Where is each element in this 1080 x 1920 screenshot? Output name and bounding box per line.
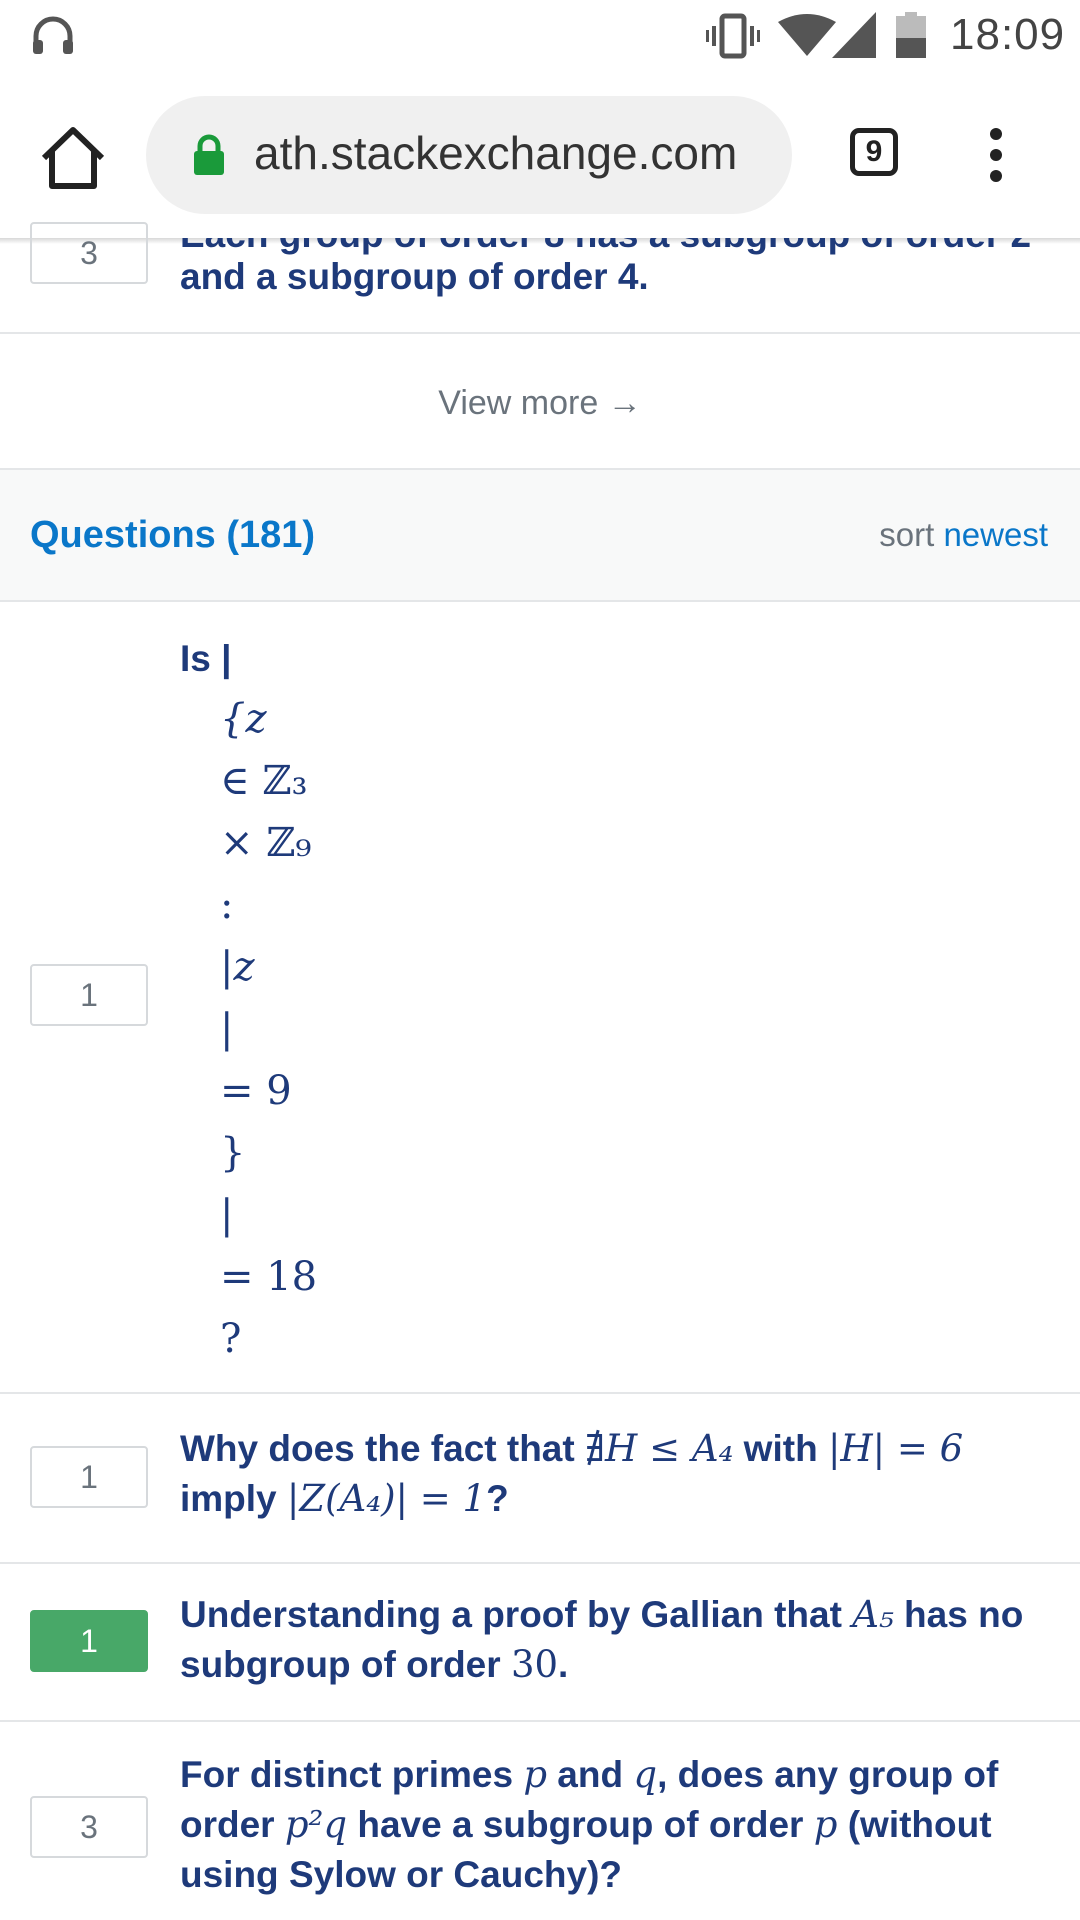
section-title[interactable]: Questions (181): [30, 514, 315, 557]
title-math: 30: [510, 1643, 559, 1686]
accepted-vote-count: 1: [30, 1610, 148, 1672]
browser-toolbar: ath.stackexchange.com 9: [0, 72, 1080, 240]
math-line: = 9: [220, 1068, 292, 1114]
title-text: have a subgroup of order: [347, 1804, 814, 1845]
sort-value[interactable]: newest: [943, 516, 1048, 553]
title-text: and: [547, 1754, 634, 1795]
question-title[interactable]: For distinct primes p and q, does any gr…: [180, 1750, 1040, 1900]
question-title[interactable]: Is |: [180, 634, 1040, 684]
list-item[interactable]: 1 Is | {z ∈ ℤ₃ × ℤ₉ : |z | = 9 } | = 18 …: [0, 602, 1080, 1394]
math-line: |z: [220, 944, 255, 990]
math-line: :: [220, 882, 234, 928]
title-text: order: [180, 1804, 285, 1845]
list-item[interactable]: 1 Why does the fact that ∄H ≤ A₄ with |H…: [0, 1394, 1080, 1564]
view-more-label: View more →: [438, 384, 642, 422]
title-text: Understanding a proof by Gallian that: [180, 1594, 853, 1635]
vote-count: 3: [30, 1796, 148, 1858]
title-text: (without: [837, 1804, 992, 1845]
math-line: }: [220, 1130, 246, 1176]
title-text: has no: [893, 1594, 1024, 1635]
title-text: imply: [180, 1478, 287, 1519]
vibrate-icon: [706, 13, 760, 59]
question-title[interactable]: Understanding a proof by Gallian that A₅…: [180, 1590, 1040, 1690]
title-math: q: [633, 1753, 658, 1796]
wifi-icon: [778, 14, 836, 56]
address-bar[interactable]: ath.stackexchange.com: [146, 96, 792, 214]
signal-icon: [832, 12, 876, 58]
status-bar: 18:09: [0, 0, 1080, 72]
math-line: |: [220, 1006, 234, 1052]
question-title[interactable]: and a subgroup of order 4.: [180, 252, 1040, 302]
lock-icon: [194, 134, 224, 175]
title-text: subgroup of order: [180, 1644, 511, 1685]
title-math: A₅: [852, 1593, 894, 1636]
vote-count: 3: [30, 222, 148, 284]
sort-label: sort: [879, 516, 935, 553]
question-title[interactable]: Why does the fact that ∄H ≤ A₄ with |H| …: [180, 1424, 1040, 1524]
list-item[interactable]: 1 Understanding a proof by Gallian that …: [0, 1564, 1080, 1722]
math-line: × ℤ₉: [220, 820, 312, 866]
title-text: , does any group of: [657, 1754, 999, 1795]
clock: 18:09: [950, 10, 1066, 59]
url-text: ath.stackexchange.com: [254, 127, 738, 179]
math-stack: {z ∈ ℤ₃ × ℤ₉ : |z | = 9 } | = 18 ?: [220, 696, 317, 1378]
title-text: .: [558, 1644, 569, 1685]
math-line: ?: [220, 1316, 242, 1362]
title-math: p: [523, 1753, 548, 1796]
title-text: with: [733, 1428, 828, 1469]
vote-count: 1: [30, 1446, 148, 1508]
menu-dots-icon[interactable]: [984, 128, 1008, 190]
title-text: Why does the fact that: [180, 1428, 585, 1469]
questions-header: Questions (181) sort newest: [0, 470, 1080, 602]
math-line: {z: [220, 696, 267, 742]
title-math: |H| = 6: [827, 1427, 964, 1470]
sort-control[interactable]: sort newest: [879, 516, 1048, 554]
math-line: ∈ ℤ₃: [220, 758, 308, 804]
headset-icon: [33, 16, 73, 54]
vote-count: 1: [30, 964, 148, 1026]
battery-icon: [896, 12, 926, 58]
view-more-link[interactable]: View more →: [0, 334, 1080, 470]
title-math: p²q: [284, 1803, 348, 1846]
title-math: |Z(A₄)| = 1: [286, 1477, 487, 1520]
list-item[interactable]: 3 For distinct primes p and q, does any …: [0, 1722, 1080, 1920]
title-text: ?: [486, 1478, 509, 1519]
math-line: |: [220, 1192, 234, 1238]
tab-switcher-button[interactable]: 9: [850, 128, 898, 176]
title-math: ∄H ≤ A₄: [584, 1427, 734, 1470]
title-text: For distinct primes: [180, 1754, 524, 1795]
math-line: = 18: [220, 1254, 318, 1300]
title-text: using Sylow or Cauchy)?: [180, 1854, 622, 1895]
home-icon[interactable]: [38, 126, 108, 190]
title-math: p: [813, 1803, 838, 1846]
